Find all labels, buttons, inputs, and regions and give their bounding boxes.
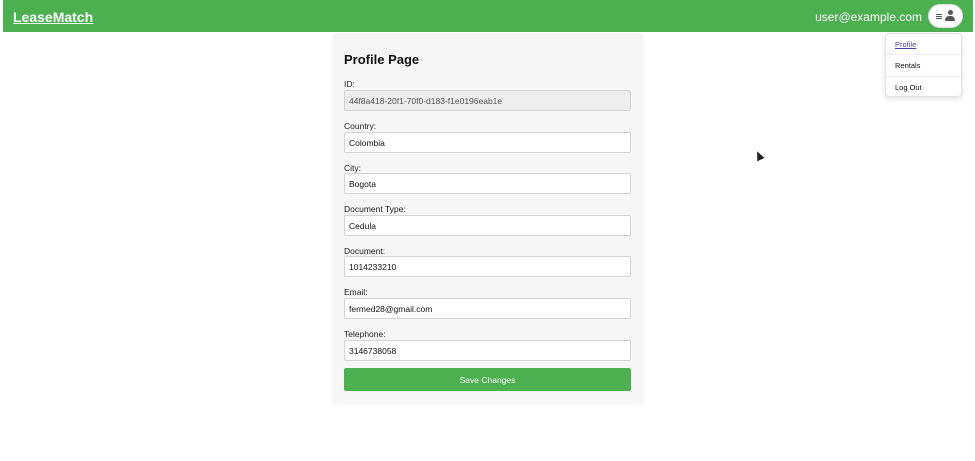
city-field[interactable]: [344, 173, 631, 194]
country-label: Country:: [344, 121, 377, 131]
brand-logo-link[interactable]: LeaseMatch: [13, 9, 93, 25]
menu-divider: [886, 76, 963, 77]
menu-item-logout[interactable]: Log Out: [895, 83, 922, 92]
user-email: user@example.com: [815, 10, 922, 24]
user-dropdown-menu: Profile Rentals Log Out: [885, 33, 963, 97]
mouse-cursor-icon: [753, 149, 765, 162]
user-menu-button[interactable]: [928, 4, 963, 28]
document-field[interactable]: [344, 256, 631, 277]
menu-icon: [936, 13, 942, 19]
menu-item-rentals[interactable]: Rentals: [895, 61, 920, 70]
menu-divider: [886, 54, 963, 55]
id-label: ID:: [344, 79, 355, 89]
telephone-field[interactable]: [344, 340, 631, 361]
email-field[interactable]: [344, 298, 631, 319]
document-label: Document:: [344, 246, 386, 256]
top-navbar: LeaseMatch user@example.com: [3, 0, 973, 32]
country-field[interactable]: [344, 132, 631, 153]
menu-item-profile[interactable]: Profile: [895, 40, 916, 49]
email-label: Email:: [344, 287, 368, 297]
document-type-field[interactable]: [344, 215, 631, 236]
page-title: Profile Page: [344, 52, 420, 67]
city-label: City:: [344, 163, 361, 173]
id-field: [344, 90, 631, 111]
person-icon: [945, 10, 955, 22]
profile-form-card: Profile Page ID: Country: City: Document…: [333, 33, 643, 403]
save-changes-button[interactable]: Save Changes: [344, 368, 631, 391]
document-type-label: Document Type:: [344, 204, 406, 214]
telephone-label: Telephone:: [344, 329, 386, 339]
